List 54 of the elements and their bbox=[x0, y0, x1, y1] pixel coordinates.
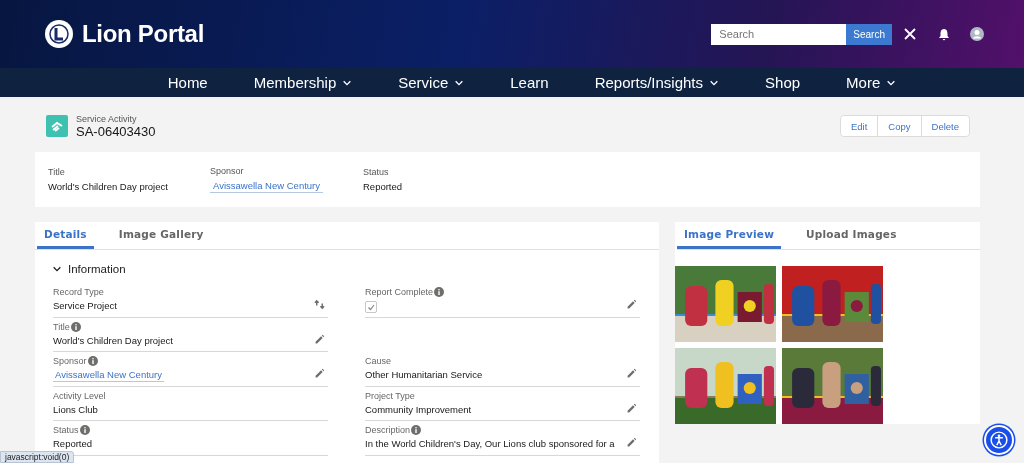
swap-icon[interactable] bbox=[314, 299, 325, 310]
nav-item[interactable]: Service bbox=[375, 68, 488, 97]
close-icon[interactable] bbox=[904, 28, 916, 40]
field-value: World's Children Day project bbox=[48, 181, 168, 192]
field-value: Lions Club bbox=[53, 403, 98, 415]
field-label: Cause bbox=[365, 356, 391, 366]
pencil-icon[interactable] bbox=[626, 437, 637, 448]
field-label: Title bbox=[48, 167, 65, 177]
accessibility-icon bbox=[990, 431, 1008, 449]
field-label: Record Type bbox=[53, 287, 104, 297]
field-value: Community Improvement bbox=[365, 403, 472, 415]
pencil-icon[interactable] bbox=[626, 402, 637, 414]
field-value: Other Humanitarian Service bbox=[365, 369, 483, 380]
action-button[interactable]: Delete bbox=[920, 116, 969, 136]
brand-name[interactable]: Lion Portal bbox=[82, 20, 205, 48]
nav-item[interactable]: More bbox=[823, 68, 920, 97]
logo-icon bbox=[44, 19, 74, 49]
field-label: Activity Level bbox=[53, 390, 106, 401]
sponsor-link[interactable]: Avissawella New Century bbox=[210, 180, 323, 193]
tab[interactable]: Upload Images bbox=[799, 222, 904, 249]
pencil-icon[interactable] bbox=[626, 368, 637, 379]
search-button[interactable]: Search bbox=[846, 23, 892, 45]
field-value: In the World Children's Day, Our Lions club sponsored for a bbox=[365, 438, 615, 449]
field-value: Reported bbox=[53, 438, 93, 449]
field-label: Status bbox=[363, 167, 389, 177]
status-bar-url: javascript:void(0) bbox=[0, 451, 75, 463]
nav-item[interactable]: Home bbox=[144, 68, 231, 97]
accessibility-button[interactable] bbox=[984, 425, 1014, 455]
avatar-icon[interactable] bbox=[970, 27, 984, 41]
section-title: Information bbox=[68, 262, 126, 275]
field-value: World's Children Day project bbox=[53, 334, 173, 346]
tab[interactable]: Image Gallery bbox=[111, 222, 211, 249]
field-value: Reported bbox=[363, 181, 403, 192]
search-field[interactable]: Search bbox=[711, 23, 847, 45]
bell-icon[interactable] bbox=[938, 27, 950, 41]
nav-item[interactable]: Shop bbox=[742, 68, 824, 97]
sponsor-link[interactable]: Avissawella New Century bbox=[53, 369, 164, 382]
field-value: Service Project bbox=[53, 300, 117, 311]
nav-item[interactable]: Learn bbox=[487, 68, 572, 97]
pencil-icon[interactable] bbox=[314, 368, 325, 379]
nav-item[interactable]: Reports/Insights bbox=[571, 68, 743, 97]
object-type: Service Activity bbox=[76, 113, 138, 124]
field-label: Description bbox=[365, 425, 411, 435]
tab[interactable]: Details bbox=[37, 222, 94, 249]
record-name: SA-06403430 bbox=[76, 123, 156, 139]
field-label: Project Type bbox=[365, 390, 415, 401]
pencil-icon[interactable] bbox=[314, 333, 325, 345]
field-label: Sponsor bbox=[210, 166, 244, 176]
pencil-icon[interactable] bbox=[626, 299, 637, 310]
field-label: Sponsor bbox=[53, 356, 87, 366]
field-label: Status bbox=[53, 425, 79, 435]
field-label: Report Complete bbox=[365, 287, 434, 297]
field-label: Title bbox=[53, 321, 70, 332]
nav-item[interactable]: Membership bbox=[230, 68, 376, 97]
